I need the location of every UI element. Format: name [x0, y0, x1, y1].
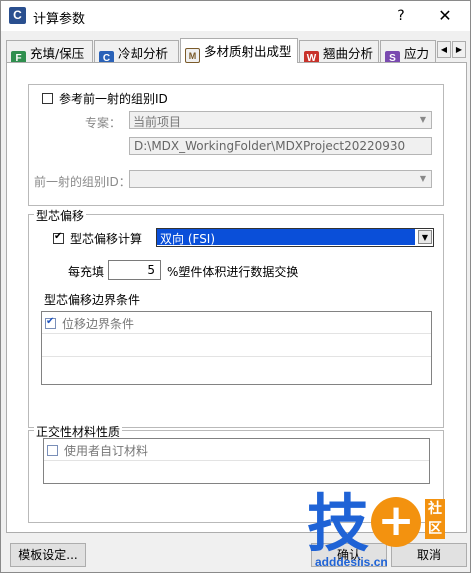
chevron-down-icon: ▼ — [419, 174, 427, 183]
per-fill-input[interactable]: 5 — [108, 260, 161, 280]
tab-scroll-right-button[interactable]: ▶ — [452, 41, 466, 58]
tab-fill-pack[interactable]: F 充填/保压 — [6, 40, 93, 66]
template-settings-button[interactable]: 模板设定... — [10, 543, 86, 567]
project-path-field: D:\MDX_WorkingFolder\MDXProject20220930 — [129, 137, 432, 155]
ok-button[interactable]: 确认 — [311, 543, 387, 567]
project-value: 当前项目 — [133, 115, 182, 129]
close-button[interactable]: ✕ — [427, 4, 463, 28]
tab-scroll-left-button[interactable]: ◀ — [437, 41, 451, 58]
core-shift-mode-value: 双向 (FSI) — [157, 229, 415, 246]
app-logo-icon: C — [9, 7, 26, 24]
core-shift-group-title: 型芯偏移 — [34, 207, 87, 224]
list-item-empty — [42, 358, 431, 380]
title-bar: C 计算参数 ? ✕ — [1, 1, 470, 31]
tab-multi-material[interactable]: M 多材质射出成型 — [180, 38, 298, 63]
tab-label: 充填/保压 — [30, 46, 85, 61]
window-title: 计算参数 — [33, 12, 86, 27]
per-fill-suffix: %塑件体积进行数据交换 — [167, 265, 299, 279]
checkbox-icon — [45, 316, 56, 329]
project-select[interactable]: 当前项目 ▼ — [129, 111, 432, 129]
stress-icon: S — [385, 51, 400, 62]
tab-label: 冷却分析 — [118, 46, 169, 61]
tab-cooling[interactable]: C 冷却分析 — [94, 40, 179, 66]
per-fill-label: 每充填 — [68, 265, 105, 279]
core-shift-mode-select[interactable]: 双向 (FSI) ▼ — [156, 228, 434, 247]
tab-bar: F 充填/保压 C 冷却分析 M 多材质射出成型 W 翘曲分析 S 应力 ◀ ▶ — [6, 38, 468, 66]
prev-shot-label: 参考前一射的组别ID — [59, 92, 168, 106]
cancel-button[interactable]: 取消 — [391, 543, 467, 567]
chevron-down-icon: ▼ — [418, 230, 432, 244]
tab-warpage[interactable]: W 翘曲分析 — [299, 40, 379, 66]
tab-label: 应力 — [404, 46, 430, 61]
core-shift-calc-checkbox[interactable]: 型芯偏移计算 — [53, 230, 142, 247]
checkbox-icon — [42, 93, 53, 104]
boundary-list: 位移边界条件 — [41, 311, 432, 385]
list-item[interactable]: 位移边界条件 — [42, 312, 431, 334]
orthotropic-list: 使用者自订材料 — [43, 438, 430, 484]
group-id-select[interactable]: ▼ — [129, 170, 432, 188]
tab-label: 翘曲分析 — [323, 46, 374, 61]
list-item-empty — [42, 335, 431, 357]
tab-label: 多材质射出成型 — [204, 44, 292, 59]
checkbox-icon — [53, 231, 64, 244]
boundary-title: 型芯偏移边界条件 — [44, 293, 141, 307]
chevron-down-icon: ▼ — [419, 115, 427, 124]
group-id-label: 前一射的组别ID： — [34, 175, 131, 189]
checkbox-icon — [47, 445, 58, 456]
project-label: 专案： — [85, 116, 122, 130]
tab-panel: 参考前一射的组别ID 专案： 当前项目 ▼ D:\MDX_WorkingFold… — [6, 62, 467, 533]
list-item[interactable]: 使用者自订材料 — [44, 439, 429, 461]
help-button[interactable]: ? — [389, 4, 413, 28]
tab-stress[interactable]: S 应力 — [380, 40, 436, 62]
boundary-item-label: 位移边界条件 — [62, 317, 135, 331]
prev-shot-checkbox[interactable]: 参考前一射的组别ID — [42, 90, 168, 107]
dialog-window: C 计算参数 ? ✕ F 充填/保压 C 冷却分析 M 多材质射出成型 W 翘曲分析 S… — [0, 0, 471, 573]
mold-icon: M — [185, 48, 200, 63]
core-shift-calc-label: 型芯偏移计算 — [70, 232, 143, 246]
orthotropic-item-label: 使用者自订材料 — [64, 444, 149, 458]
